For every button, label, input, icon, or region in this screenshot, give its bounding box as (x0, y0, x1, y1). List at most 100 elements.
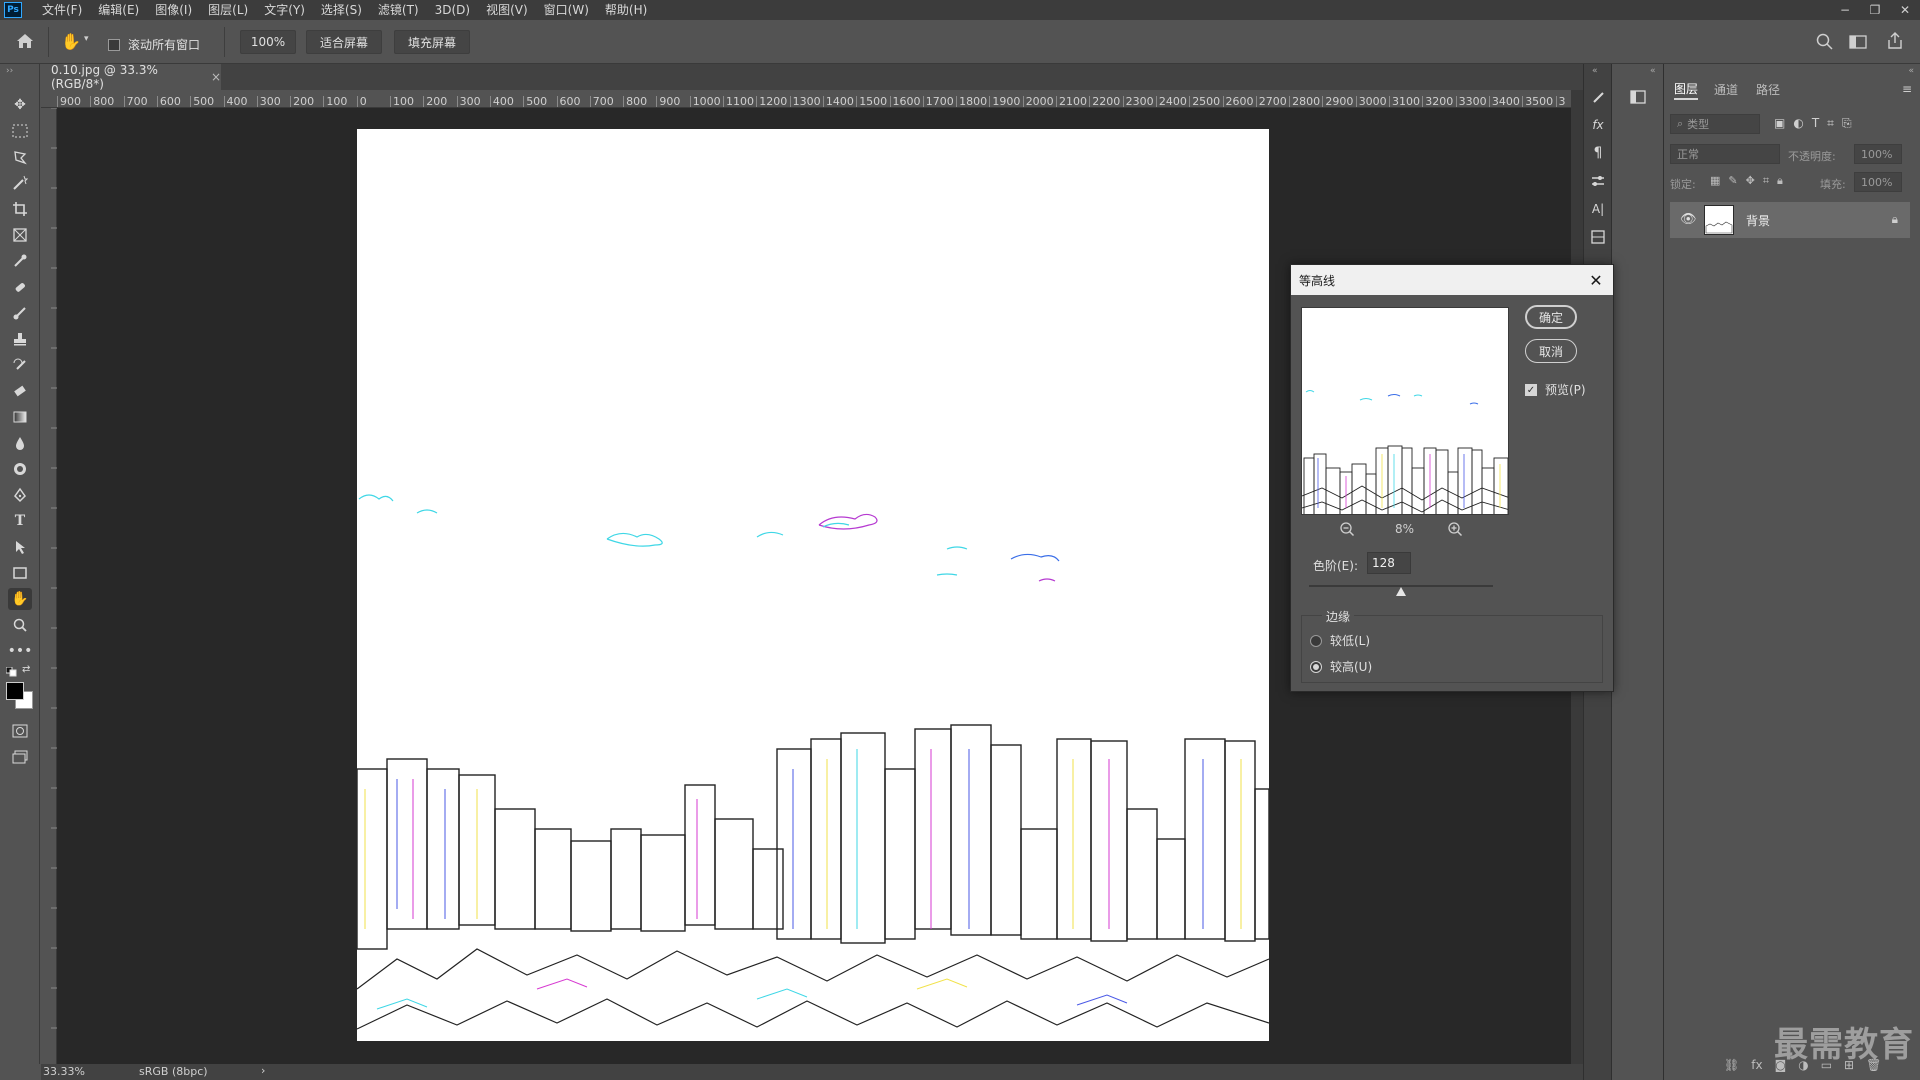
eraser-tool-icon[interactable] (8, 380, 32, 402)
lock-position-icon[interactable]: ✥ (1746, 174, 1755, 188)
document-tab[interactable]: 0.10.jpg @ 33.3%(RGB/8*) × (41, 63, 221, 91)
dialog-title-bar[interactable]: 等高线 ✕ (1291, 265, 1613, 295)
swap-colors-icon[interactable]: ⇄ (22, 664, 30, 675)
paragraph-icon[interactable]: ¶ (1587, 142, 1609, 164)
screen-mode-icon[interactable] (8, 746, 32, 768)
pixel-filter-icon[interactable]: ▣ (1774, 116, 1785, 131)
adjustments-icon[interactable] (1587, 170, 1609, 192)
marquee-tool-icon[interactable] (8, 120, 32, 142)
adjustment-filter-icon[interactable]: ◐ (1793, 116, 1803, 131)
workspace-button[interactable] (1848, 32, 1868, 52)
fill-screen-button[interactable]: 填充屏幕 (394, 30, 470, 54)
zoom-level[interactable]: 33.33% (43, 1065, 85, 1078)
chevron-down-icon[interactable]: ▾ (84, 34, 89, 44)
gradient-tool-icon[interactable] (8, 406, 32, 428)
menu-3d[interactable]: 3D(D) (427, 0, 478, 20)
menu-help[interactable]: 帮助(H) (597, 0, 655, 20)
hand-tool-icon[interactable]: ✋ (8, 588, 32, 610)
path-selection-tool-icon[interactable] (8, 536, 32, 558)
more-tools-icon[interactable]: ••• (8, 640, 33, 662)
share-button[interactable] (1884, 30, 1906, 52)
expand-icon[interactable]: ›› (6, 66, 13, 76)
frame-tool-icon[interactable] (8, 224, 32, 246)
type-tool-icon[interactable]: T (8, 510, 32, 532)
lock-all-icon[interactable]: 🔒︎ (1777, 174, 1783, 188)
edge-upper-radio[interactable] (1310, 660, 1322, 673)
close-tab-icon[interactable]: × (211, 70, 221, 84)
menu-file[interactable]: 文件(F) (34, 0, 90, 20)
hand-tool-preset-button[interactable]: ✋ (60, 30, 82, 52)
collapse-icon[interactable]: « (1592, 66, 1598, 76)
blur-tool-icon[interactable] (8, 432, 32, 454)
quick-mask-icon[interactable] (8, 720, 32, 742)
level-input[interactable]: 128 (1367, 552, 1411, 574)
shape-filter-icon[interactable]: ⌗ (1827, 116, 1834, 131)
menu-filter[interactable]: 滤镜(T) (370, 0, 427, 20)
crop-tool-icon[interactable] (8, 198, 32, 220)
clone-stamp-tool-icon[interactable] (8, 328, 32, 350)
scroll-all-checkbox[interactable] (108, 38, 120, 51)
blend-mode-select[interactable]: 正常 (1670, 144, 1780, 164)
pen-tool-icon[interactable] (8, 484, 32, 506)
fx-styles-icon[interactable]: fx (1587, 114, 1609, 136)
type-filter-icon[interactable]: T (1812, 116, 1819, 131)
visibility-eye-icon[interactable]: 👁︎ (1680, 212, 1697, 227)
tab-channels[interactable]: 通道 (1714, 78, 1738, 100)
lock-artboard-icon[interactable]: ⌗ (1763, 174, 1769, 188)
edge-lower-option[interactable]: 较低(L) (1310, 632, 1370, 649)
home-button[interactable] (14, 30, 36, 52)
level-slider-thumb[interactable] (1396, 587, 1407, 596)
default-colors-icon[interactable] (5, 666, 18, 677)
preview-checkbox[interactable] (1525, 383, 1537, 396)
fill-field[interactable]: 100% (1854, 172, 1902, 192)
close-window-button[interactable]: ✕ (1890, 0, 1920, 20)
magic-wand-tool-icon[interactable] (8, 172, 32, 194)
healing-brush-tool-icon[interactable] (8, 276, 32, 298)
tab-layers[interactable]: 图层 (1674, 78, 1699, 100)
menu-window[interactable]: 窗口(W) (536, 0, 597, 20)
edge-lower-radio[interactable] (1310, 634, 1322, 647)
tab-paths[interactable]: 路径 (1756, 78, 1780, 100)
menu-select[interactable]: 选择(S) (313, 0, 370, 20)
brush-tool-icon[interactable] (8, 302, 32, 324)
layer-filter-select[interactable]: ⌕ 类型 (1670, 114, 1760, 134)
lasso-tool-icon[interactable] (8, 146, 32, 168)
history-brush-tool-icon[interactable] (8, 354, 32, 376)
document-canvas[interactable] (357, 129, 1269, 1041)
scroll-all-windows-option[interactable]: 滚动所有窗口 (108, 36, 200, 53)
edge-upper-option[interactable]: 较高(U) (1310, 658, 1372, 675)
panel-menu-icon[interactable]: ≡ (1902, 82, 1912, 96)
foreground-color-swatch[interactable] (6, 682, 24, 700)
lock-transparency-icon[interactable]: ▦ (1710, 174, 1720, 188)
eyedropper-tool-icon[interactable] (8, 250, 32, 272)
zoom-tool-icon[interactable] (8, 614, 32, 636)
search-button[interactable] (1815, 32, 1835, 52)
minimize-button[interactable]: − (1830, 0, 1860, 20)
menu-layer[interactable]: 图层(L) (200, 0, 256, 20)
opacity-field[interactable]: 100% (1854, 144, 1902, 164)
ok-button[interactable]: 确定 (1525, 305, 1577, 329)
dodge-tool-icon[interactable] (8, 458, 32, 480)
preview-option[interactable]: 预览(P) (1525, 381, 1586, 398)
collapse-icon[interactable]: « (1650, 66, 1656, 76)
restore-button[interactable]: ❐ (1860, 0, 1890, 20)
fit-screen-button[interactable]: 适合屏幕 (306, 30, 382, 54)
filter-preview[interactable] (1301, 307, 1509, 515)
cancel-button[interactable]: 取消 (1525, 339, 1577, 363)
close-dialog-icon[interactable]: ✕ (1585, 269, 1607, 291)
menu-image[interactable]: 图像(I) (147, 0, 200, 20)
libraries-icon[interactable] (1587, 226, 1609, 248)
zoom-out-button[interactable] (1339, 521, 1355, 537)
link-layers-icon[interactable]: ⛓︎ (1724, 1058, 1739, 1072)
smart-object-filter-icon[interactable]: ⎘ (1842, 116, 1852, 131)
zoom-100-button[interactable]: 100% (240, 30, 296, 54)
add-style-icon[interactable]: fx (1751, 1058, 1762, 1072)
menu-view[interactable]: 视图(V) (478, 0, 536, 20)
menu-type[interactable]: 文字(Y) (256, 0, 313, 20)
status-menu-arrow[interactable]: › (261, 1064, 265, 1077)
character-icon[interactable]: A| (1587, 198, 1609, 220)
layer-row-background[interactable]: 👁︎ 背景 🔒︎ (1670, 202, 1910, 238)
rectangle-tool-icon[interactable] (8, 562, 32, 584)
lock-pixels-icon[interactable]: ✎ (1728, 174, 1737, 188)
menu-edit[interactable]: 编辑(E) (90, 0, 147, 20)
